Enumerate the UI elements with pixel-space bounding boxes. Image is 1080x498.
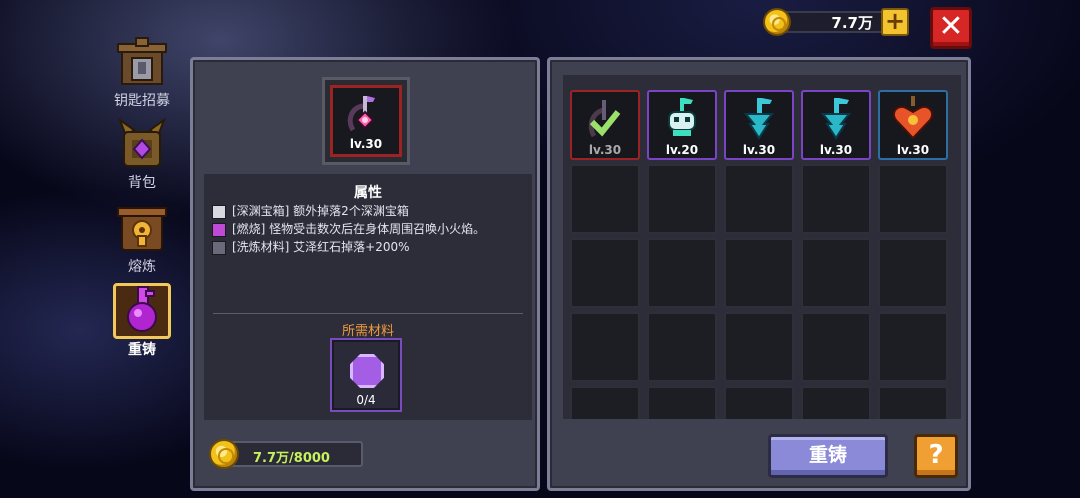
gear-icon [212,240,226,255]
empty-inventory-slot[interactable] [801,312,871,382]
key-check-icon [588,100,621,138]
attribute-text: [深渊宝箱] 额外掉落2个深渊宝箱 [232,204,409,218]
empty-inventory-slot[interactable] [878,312,948,382]
inventory-slot[interactable]: lv.30 [878,90,948,160]
coin-icon [763,8,791,36]
help-button[interactable]: ? [914,434,958,478]
nav-item-key-recruit[interactable]: 钥匙招募 [104,36,180,110]
add-coins-button[interactable]: + [881,8,909,36]
nav-item-backpack[interactable]: 背包 [104,117,180,192]
empty-inventory-slot[interactable] [647,386,717,419]
selected-item-slot[interactable]: lv.30 [330,85,402,157]
teal-key-icon [820,98,852,140]
empty-inventory-slot[interactable] [570,164,640,234]
coin-amount: 7.7万 [831,14,873,32]
chest-icon [212,204,226,219]
nav-label: 重铸 [128,342,156,358]
item-level: lv.30 [349,137,383,151]
slot-level: lv.30 [896,143,930,157]
inventory-slot[interactable]: lv.30 [801,90,871,160]
attribute-text: [燃烧] 怪物受击数次后在身体周围召唤小火焰。 [232,222,486,236]
reforge-button[interactable]: 重铸 [768,434,888,478]
nav-item-reforge[interactable]: 重铸 [104,285,180,359]
selected-item-frame: lv.30 [322,77,410,165]
empty-inventory-slot[interactable] [724,312,794,382]
purple-gem-icon [350,354,384,388]
material-count: 0/4 [356,393,376,407]
empty-inventory-slot[interactable] [801,386,871,419]
empty-inventory-slot[interactable] [878,164,948,234]
nav-label: 钥匙招募 [114,93,170,109]
empty-inventory-slot[interactable] [724,164,794,234]
item-detail-panel: lv.30 属性 [深渊宝箱] 额外掉落2个深渊宝箱 [燃烧] 怪物受击数次后在… [190,57,540,491]
skull-key-icon [668,98,696,136]
gold-cost-text: 7.7万/8000 [253,451,330,466]
attribute-row: [燃烧] 怪物受击数次后在身体周围召唤小火焰。 [212,220,485,237]
section-divider [213,313,523,314]
attribute-text: [洗炼材料] 艾泽红石掉落+200% [232,240,410,254]
empty-inventory-slot[interactable] [878,238,948,308]
inventory-panel: lv.30 lv.20 lv.30 lv.30 lv.30 重铸 ? [547,57,971,491]
flame-icon [212,222,226,237]
gold-cost: 7.7万/8000 [209,439,363,469]
reforge-key-icon [116,285,168,337]
inventory-slot[interactable]: lv.20 [647,90,717,160]
empty-inventory-slot[interactable] [647,312,717,382]
material-slot[interactable]: 0/4 [330,338,402,412]
heart-key-icon [892,96,934,140]
slot-level: lv.30 [588,143,622,157]
inventory-slot[interactable]: lv.30 [724,90,794,160]
slot-level: lv.30 [819,143,853,157]
nav-item-forge[interactable]: 熔炼 [104,202,180,276]
empty-inventory-slot[interactable] [801,238,871,308]
inventory-grid: lv.30 lv.20 lv.30 lv.30 lv.30 [563,75,961,419]
attribute-row: [洗炼材料] 艾泽红石掉落+200% [212,238,410,255]
nav-label: 熔炼 [128,259,156,275]
empty-inventory-slot[interactable] [647,164,717,234]
empty-inventory-slot[interactable] [570,312,640,382]
nav-label: 背包 [128,175,156,191]
empty-inventory-slot[interactable] [570,238,640,308]
backpack-icon [116,117,168,170]
empty-inventory-slot[interactable] [647,238,717,308]
forge-icon [116,202,168,254]
empty-inventory-slot[interactable] [724,238,794,308]
attributes-title: 属性 [354,185,382,201]
abyss-key-icon [347,96,375,132]
empty-inventory-slot[interactable] [724,386,794,419]
shrine-icon [116,36,168,88]
empty-inventory-slot[interactable] [570,386,640,419]
coin-icon [209,439,239,469]
materials-title: 所需材料 [341,324,394,339]
slot-level: lv.30 [742,143,776,157]
attributes-box: 属性 [深渊宝箱] 额外掉落2个深渊宝箱 [燃烧] 怪物受击数次后在身体周围召唤… [204,174,532,420]
attribute-row: [深渊宝箱] 额外掉落2个深渊宝箱 [212,202,409,219]
empty-inventory-slot[interactable] [878,386,948,419]
empty-inventory-slot[interactable] [801,164,871,234]
close-button[interactable]: ✕ [930,7,972,49]
inventory-slot[interactable]: lv.30 [570,90,640,160]
teal-key-icon [743,98,775,140]
slot-level: lv.20 [665,143,699,157]
